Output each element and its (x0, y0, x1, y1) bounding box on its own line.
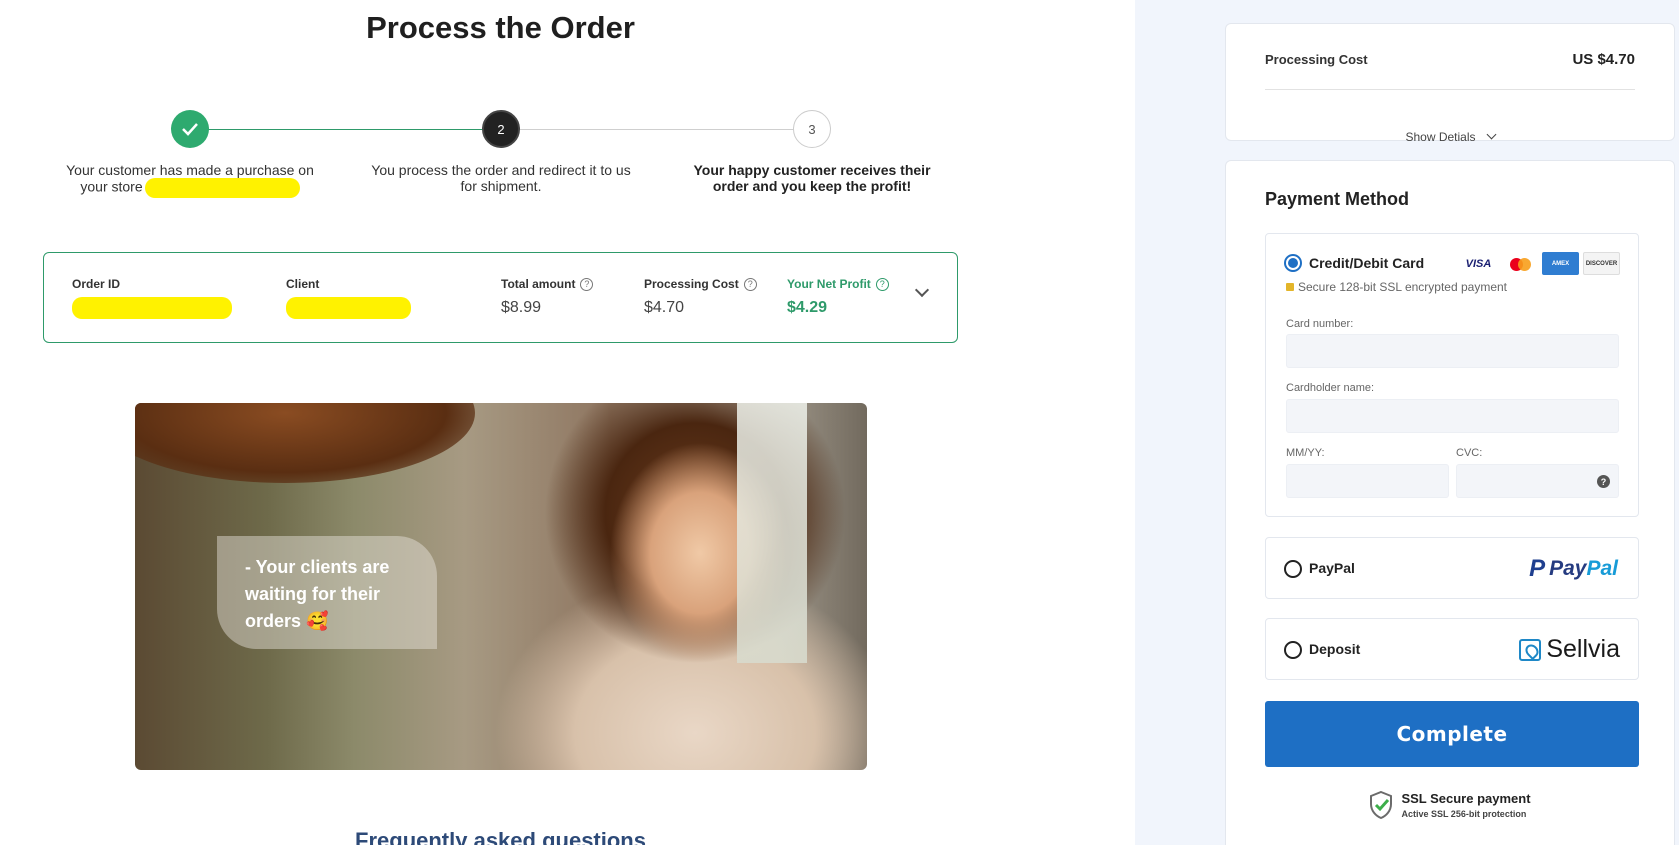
paypal-option-label: PayPal (1309, 560, 1355, 576)
show-details-label: Show Detials (1405, 130, 1476, 144)
expiry-label: MM/YY: (1286, 447, 1325, 459)
payment-method-card: Payment Method Credit/Debit Card VISA AM… (1225, 160, 1675, 845)
shield-check-icon (1370, 791, 1393, 819)
net-profit-column: Your Net Profit ? $4.29 (787, 277, 889, 317)
card-number-label: Card number: (1286, 318, 1354, 330)
order-id-column: Order ID (72, 277, 232, 319)
amex-icon: AMEX (1542, 252, 1579, 275)
hero-image: - Your clients are waiting for their ord… (135, 403, 867, 770)
client-label: Client (286, 277, 320, 291)
chevron-down-icon (1486, 129, 1496, 140)
paypal-wordmark: PayPal (1549, 557, 1618, 580)
deposit-option-label: Deposit (1309, 641, 1361, 657)
step-2-text: You process the order and redirect it to… (371, 162, 631, 194)
processing-cost-label-row: Processing Cost ? (644, 277, 757, 291)
step-1-check-icon (171, 110, 209, 148)
help-icon[interactable]: ? (580, 277, 594, 291)
location-pin-icon (1519, 638, 1542, 661)
card-number-input[interactable] (1286, 334, 1619, 368)
main-content: Process the Order 2 3 Your customer has … (0, 0, 1135, 845)
hero-lamp-shape (135, 403, 475, 483)
total-amount-label-row: Total amount ? (501, 277, 594, 291)
paypal-radio[interactable] (1284, 560, 1302, 578)
step-connector-pending (519, 129, 795, 130)
sellvia-wordmark: Sellvia (1546, 635, 1620, 663)
card-radio[interactable] (1284, 254, 1302, 272)
processing-cost-row: Processing Cost US $4.70 (1265, 51, 1635, 68)
payment-option-card[interactable]: Credit/Debit Card VISA AMEX DISCOVER Sec… (1265, 233, 1639, 517)
ssl-title: SSL Secure payment (1401, 791, 1531, 806)
order-id-label: Order ID (72, 277, 121, 291)
page-title: Process the Order (366, 10, 635, 45)
visa-icon: VISA (1460, 252, 1497, 275)
sellvia-logo: Sellvia (1519, 635, 1620, 664)
secure-note: Secure 128-bit SSL encrypted payment (1286, 280, 1507, 294)
total-amount-label: Total amount (501, 277, 576, 291)
expiry-input[interactable] (1286, 464, 1449, 498)
ssl-text: SSL Secure payment Active SSL 256-bit pr… (1401, 791, 1530, 819)
secure-note-text: Secure 128-bit SSL encrypted payment (1298, 280, 1508, 294)
cardholder-name-label: Cardholder name: (1286, 382, 1375, 394)
redacted-order-id (72, 297, 232, 319)
net-profit-label-row: Your Net Profit ? (787, 277, 889, 291)
lock-icon (1286, 283, 1294, 291)
processing-cost-column: Processing Cost ? $4.70 (644, 277, 757, 317)
faq-title: Frequently asked questions (355, 828, 646, 845)
paypal-logo: P PayPal (1529, 555, 1618, 583)
show-details-toggle[interactable]: Show Detials (1226, 129, 1674, 144)
summary-cost-label: Processing Cost (1265, 52, 1368, 67)
net-profit-value: $4.29 (787, 299, 828, 316)
ssl-subtitle: Active SSL 256-bit protection (1401, 809, 1527, 819)
mastercard-icon (1501, 252, 1538, 275)
hero-speech-bubble: - Your clients are waiting for their ord… (217, 536, 437, 649)
step-3-text: Your happy customer receives their order… (693, 162, 931, 194)
card-brands: VISA AMEX DISCOVER (1460, 252, 1620, 275)
client-column: Client (286, 277, 411, 319)
cvc-help-icon[interactable]: ? (1597, 475, 1610, 488)
processing-cost-label: Processing Cost (644, 277, 739, 291)
order-stepper: 2 3 Your customer has made a purchase on… (0, 110, 1001, 210)
processing-cost-card: Processing Cost US $4.70 Show Detials (1225, 23, 1675, 144)
processing-cost-value: $4.70 (644, 299, 685, 316)
step-connector-completed (190, 129, 482, 130)
summary-cost-value: US $4.70 (1572, 51, 1635, 68)
redacted-client-name (286, 297, 411, 319)
payment-method-title: Payment Method (1265, 189, 1410, 209)
discover-icon: DISCOVER (1583, 252, 1620, 275)
hero-window-shape (737, 403, 807, 663)
step-3-marker: 3 (793, 110, 831, 148)
cvc-label: CVC: (1456, 447, 1483, 459)
cvc-input[interactable]: ? (1456, 464, 1619, 498)
order-summary-box: Order ID Client Total amount ? $8.99 Pro… (43, 252, 958, 343)
checkout-sidebar: Processing Cost US $4.70 Show Detials Pa… (1135, 0, 1679, 845)
ssl-badge: SSL Secure payment Active SSL 256-bit pr… (1226, 791, 1674, 819)
help-icon[interactable]: ? (875, 277, 889, 291)
step-1-text: Your customer has made a purchase on you… (60, 162, 320, 198)
card-option-label: Credit/Debit Card (1309, 255, 1425, 271)
complete-button[interactable]: Complete (1265, 701, 1639, 767)
redacted-store-name (144, 178, 300, 198)
total-amount-value: $8.99 (501, 299, 542, 316)
payment-option-deposit[interactable]: Deposit Sellvia (1265, 618, 1639, 680)
step-2-marker: 2 (482, 110, 520, 148)
divider (1265, 89, 1635, 90)
chevron-down-icon[interactable] (914, 282, 930, 298)
payment-option-paypal[interactable]: PayPal P PayPal (1265, 537, 1639, 599)
total-amount-column: Total amount ? $8.99 (501, 277, 594, 317)
net-profit-label: Your Net Profit (787, 277, 871, 291)
cardholder-name-input[interactable] (1286, 399, 1619, 433)
help-icon[interactable]: ? (743, 277, 757, 291)
deposit-radio[interactable] (1284, 641, 1302, 659)
paypal-icon: P (1529, 555, 1546, 582)
